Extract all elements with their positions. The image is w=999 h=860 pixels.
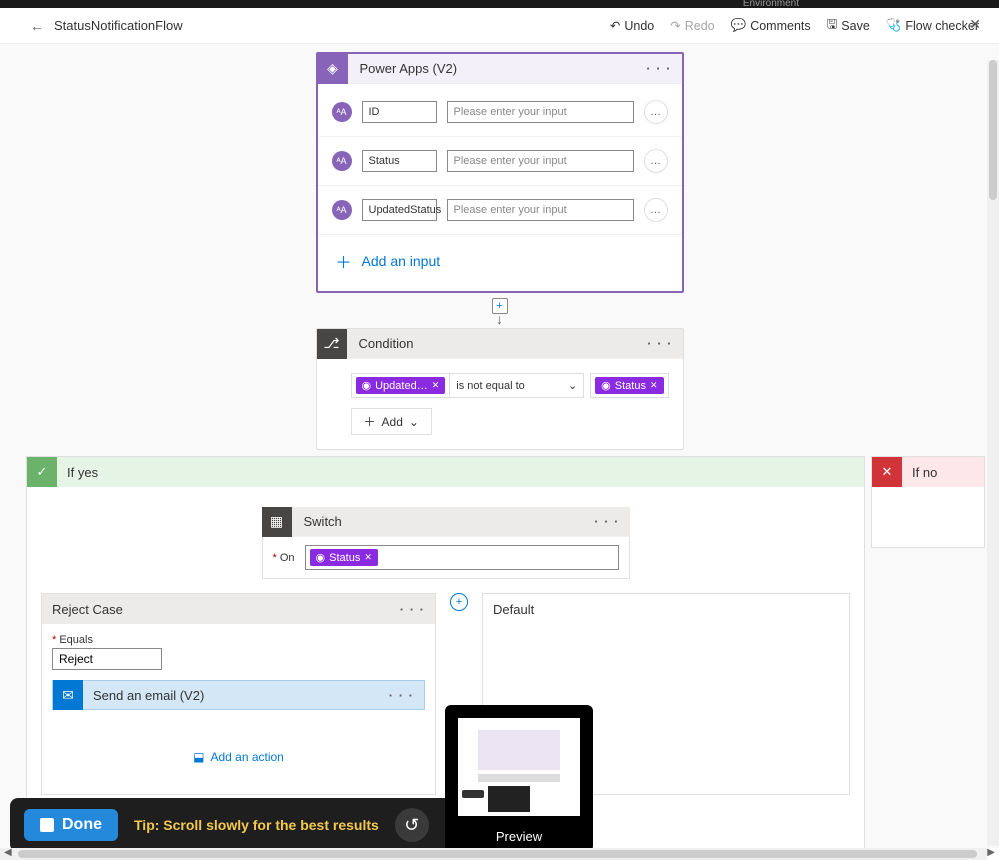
flow-checker-button[interactable]: 🩺 Flow checker	[886, 15, 979, 36]
on-label: * On	[273, 552, 295, 564]
trigger-input-row: ᴬA ID Please enter your input …	[332, 94, 668, 130]
switch-menu-icon[interactable]: · · ·	[584, 514, 629, 529]
condition-title: Condition	[347, 336, 638, 351]
input-row-menu-icon[interactable]: …	[644, 149, 668, 173]
arrow-down-icon: ↓	[0, 314, 999, 324]
if-yes-label: If yes	[67, 465, 98, 480]
trigger-input-row: ᴬA Status Please enter your input …	[332, 143, 668, 179]
token-remove-icon[interactable]: ✕	[650, 380, 658, 391]
input-type-icon: ᴬA	[332, 151, 352, 171]
trigger-input-row: ᴬA UpdatedStatus Please enter your input…	[332, 192, 668, 228]
flow-checker-label: Flow checker	[905, 19, 979, 33]
powerapps-icon: ◈	[318, 54, 348, 84]
operator-select[interactable]: is not equal to ⌄	[450, 374, 583, 397]
back-arrow-icon[interactable]: ←	[30, 18, 44, 34]
scroll-thumb[interactable]	[18, 850, 977, 858]
equals-label: * Equals	[52, 634, 425, 646]
input-row-menu-icon[interactable]: …	[644, 198, 668, 222]
redo-button[interactable]: ↷ Redo	[670, 15, 714, 36]
action-menu-icon[interactable]: · · ·	[379, 688, 424, 703]
preview-label: Preview	[449, 825, 589, 848]
input-value[interactable]: Please enter your input	[447, 150, 634, 172]
add-action-button[interactable]: ⬓ Add an action	[52, 750, 425, 764]
token-label: Updated…	[375, 380, 428, 392]
equals-input[interactable]	[52, 648, 162, 670]
condition-add-button[interactable]: ＋ Add ⌄	[351, 408, 432, 435]
save-label: Save	[841, 19, 870, 33]
trigger-card[interactable]: ◈ Power Apps (V2) · · · ᴬA ID Please ent…	[316, 52, 684, 293]
token-label: Status	[329, 552, 360, 564]
if-no-branch: ✕ If no	[871, 456, 985, 548]
preview-panel: Preview	[445, 705, 593, 852]
token-label: Status	[615, 380, 646, 392]
send-email-action[interactable]: ✉ Send an email (V2) · · ·	[52, 680, 425, 710]
default-title: Default	[493, 602, 534, 617]
case-menu-icon[interactable]: · · ·	[400, 602, 425, 617]
scroll-thumb[interactable]	[989, 60, 997, 200]
add-action-label: Add an action	[210, 750, 283, 764]
add-label: Add	[382, 415, 403, 429]
switch-icon: ▦	[262, 507, 292, 537]
capture-toolbar: Done Tip: Scroll slowly for the best res…	[10, 798, 493, 852]
token-status[interactable]: ◉ Status ✕	[595, 377, 663, 394]
condition-expression[interactable]: ◉ Updated… ✕ is not equal to ⌄	[351, 373, 585, 398]
trigger-title: Power Apps (V2)	[348, 61, 637, 76]
done-label: Done	[62, 816, 102, 834]
chevron-down-icon: ⌄	[568, 379, 577, 392]
environment-label: Environment	[743, 0, 799, 9]
trigger-menu-icon[interactable]: · · ·	[636, 61, 681, 76]
comments-label: Comments	[750, 19, 810, 33]
switch-on-input[interactable]: ◉ Status ✕	[305, 545, 619, 570]
save-button[interactable]: 🖫 Save	[827, 15, 870, 36]
add-action-icon: ⬓	[193, 750, 204, 764]
condition-right-value[interactable]: ◉ Status ✕	[590, 373, 668, 398]
operator-label: is not equal to	[456, 380, 525, 392]
add-input-label: Add an input	[362, 253, 441, 269]
input-type-icon: ᴬA	[332, 102, 352, 122]
horizontal-scrollbar[interactable]: ◀ ▶	[0, 848, 987, 860]
flow-name: StatusNotificationFlow	[54, 18, 183, 33]
comments-button[interactable]: 💬 Comments	[731, 15, 811, 36]
check-icon: ✓	[27, 457, 57, 487]
vertical-scrollbar[interactable]	[987, 60, 999, 846]
restart-button[interactable]: ↺	[395, 808, 429, 842]
switch-card[interactable]: ▦ Switch · · · * On ◉ Status ✕	[262, 507, 630, 579]
plus-icon: ＋	[336, 249, 352, 273]
input-row-menu-icon[interactable]: …	[644, 100, 668, 124]
token-remove-icon[interactable]: ✕	[364, 552, 372, 563]
if-no-label: If no	[912, 465, 937, 480]
close-icon[interactable]: ✕	[969, 16, 981, 33]
token-updated[interactable]: ◉ Updated… ✕	[356, 377, 446, 394]
input-label[interactable]: Status	[362, 150, 437, 172]
input-label[interactable]: UpdatedStatus	[362, 199, 437, 221]
redo-label: Redo	[685, 19, 715, 33]
switch-title: Switch	[292, 514, 585, 529]
add-case-icon[interactable]: +	[450, 593, 468, 611]
token-status[interactable]: ◉ Status ✕	[310, 549, 378, 566]
undo-label: Undo	[624, 19, 654, 33]
condition-icon: ⎇	[317, 329, 347, 359]
condition-menu-icon[interactable]: · · ·	[637, 336, 682, 351]
x-icon: ✕	[872, 457, 902, 487]
input-label[interactable]: ID	[362, 101, 437, 123]
case-title: Reject Case	[52, 602, 123, 617]
add-input-button[interactable]: ＋ Add an input	[332, 241, 668, 281]
tip-text: Tip: Scroll slowly for the best results	[134, 817, 379, 833]
input-value[interactable]: Please enter your input	[447, 101, 634, 123]
reject-case-card[interactable]: Reject Case · · · * Equals ✉ Send an ema…	[41, 593, 436, 795]
page-header: ← StatusNotificationFlow ↶ Undo ↷ Redo 💬…	[0, 8, 999, 44]
outlook-icon: ✉	[53, 680, 83, 710]
stop-icon	[40, 818, 54, 832]
input-value[interactable]: Please enter your input	[447, 199, 634, 221]
action-title: Send an email (V2)	[83, 688, 379, 703]
done-button[interactable]: Done	[24, 809, 118, 841]
input-type-icon: ᴬA	[332, 200, 352, 220]
condition-card[interactable]: ⎇ Condition · · · ◉ Updated… ✕ is not eq…	[316, 328, 684, 450]
undo-button[interactable]: ↶ Undo	[610, 15, 654, 36]
preview-thumbnail	[452, 712, 586, 822]
token-remove-icon[interactable]: ✕	[432, 380, 440, 391]
